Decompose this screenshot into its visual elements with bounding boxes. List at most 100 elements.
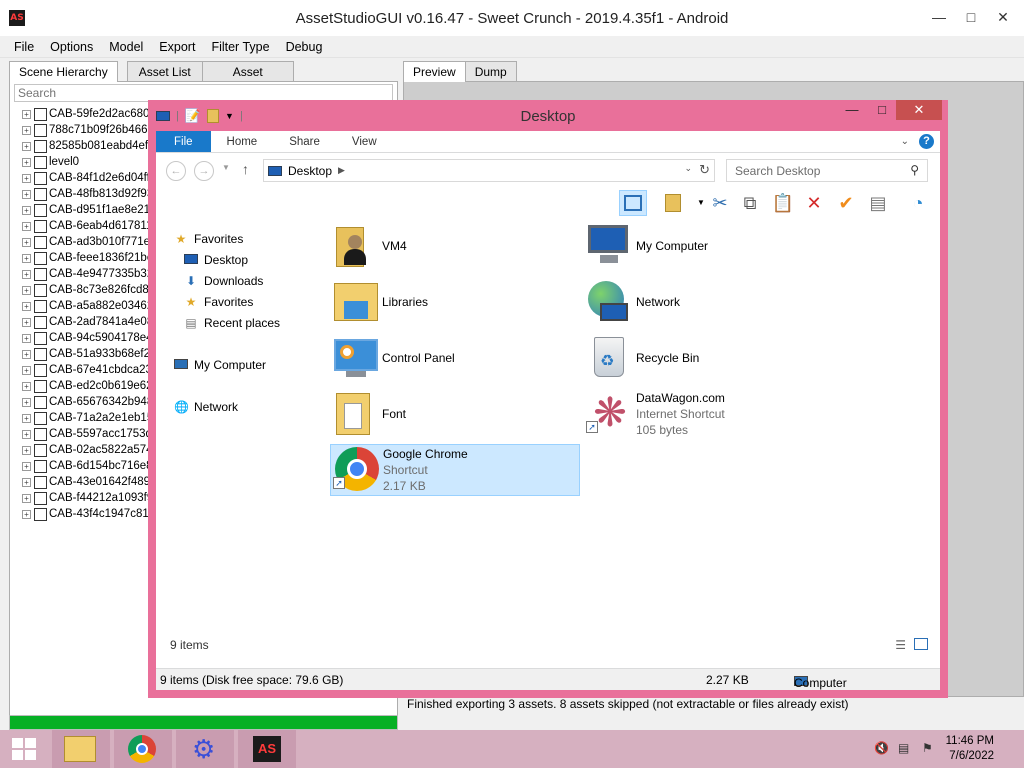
tree-item-checkbox[interactable] (34, 411, 47, 425)
tree-item[interactable]: + CAB-8c73e826fcd8 (22, 282, 156, 298)
taskbar-settings[interactable]: ⚙ (176, 730, 234, 768)
expand-icon[interactable]: + (22, 301, 31, 311)
menu-filter-type[interactable]: Filter Type (211, 40, 269, 54)
volume-muted-icon[interactable]: 🔇 (874, 741, 889, 755)
nav-desktop[interactable]: Desktop (184, 253, 248, 267)
expand-icon[interactable]: + (22, 173, 31, 183)
nav-favorites[interactable]: ★ Favorites (174, 232, 244, 246)
tab-preview[interactable]: Preview (403, 61, 466, 82)
tab-scene-hierarchy[interactable]: Scene Hierarchy (9, 61, 118, 82)
tree-item-checkbox[interactable] (34, 315, 47, 329)
tree-item[interactable]: + CAB-48fb813d92f93 (22, 186, 156, 202)
start-button[interactable] (0, 730, 50, 768)
shell-icon[interactable]: ◔ (904, 190, 932, 216)
item-libraries[interactable]: Libraries (330, 276, 580, 328)
tree-item-checkbox[interactable] (34, 507, 47, 521)
expand-icon[interactable]: + (22, 493, 31, 503)
menu-model[interactable]: Model (109, 40, 143, 54)
tree-item-checkbox[interactable] (34, 123, 47, 137)
menu-debug[interactable]: Debug (286, 40, 323, 54)
expand-icon[interactable]: + (22, 125, 31, 135)
delete-icon[interactable]: ✕ (800, 190, 828, 216)
expand-icon[interactable]: + (22, 413, 31, 423)
expand-icon[interactable]: + (22, 509, 31, 519)
item-vm4[interactable]: VM4 (330, 220, 580, 272)
tree-item[interactable]: +788c71b09f26b4661 (22, 122, 156, 138)
ribbon-tab-view[interactable]: View (336, 131, 393, 152)
item-font[interactable]: Font (330, 388, 580, 440)
tree-item[interactable]: + CAB-ed2c0b619e62 (22, 378, 156, 394)
expand-icon[interactable]: + (22, 221, 31, 231)
expand-icon[interactable]: + (22, 445, 31, 455)
refresh-icon[interactable]: ↻ (699, 162, 710, 178)
explorer-maximize-button[interactable]: □ (866, 100, 898, 120)
tree-item-checkbox[interactable] (34, 443, 47, 457)
nav-favorites-folder[interactable]: ★ Favorites (184, 295, 254, 309)
item-datawagon[interactable]: ❋ ➚ DataWagon.com Internet Shortcut 105 … (584, 388, 834, 440)
tree-item[interactable]: + CAB-a5a882e03462 (22, 298, 156, 314)
expand-icon[interactable]: + (22, 349, 31, 359)
clock[interactable]: 11:46 PM 7/6/2022 (946, 734, 994, 764)
tree-item[interactable]: + CAB-4e9477335b32 (22, 266, 156, 282)
tree-item[interactable]: + CAB-feee1836f21bc (22, 250, 156, 266)
tree-item[interactable]: + CAB-5597acc1753d (22, 426, 156, 442)
tree-item-checkbox[interactable] (34, 299, 47, 313)
expand-icon[interactable]: + (22, 157, 31, 167)
tree-item[interactable]: + CAB-f44212a1093f9 (22, 490, 156, 506)
expand-icon[interactable]: + (22, 461, 31, 471)
tree-item[interactable]: + CAB-51a933b68ef2 (22, 346, 156, 362)
menu-export[interactable]: Export (159, 40, 195, 54)
tree-item[interactable]: + CAB-ad3b010f771ef (22, 234, 156, 250)
cut-icon[interactable]: ✂ (706, 190, 734, 216)
tree-item[interactable]: + CAB-94c5904178e4 (22, 330, 156, 346)
tree-item-checkbox[interactable] (34, 219, 47, 233)
tree-item[interactable]: + CAB-2ad7841a4e08 (22, 314, 156, 330)
details-view-icon[interactable]: ☰ (895, 638, 906, 652)
paste-icon[interactable]: 📋 (769, 190, 797, 216)
taskbar-assetstudio[interactable]: AS (238, 730, 296, 768)
close-button[interactable]: ✕ (988, 6, 1018, 28)
folder-options-icon[interactable] (659, 190, 687, 216)
tab-dump[interactable]: Dump (464, 61, 517, 81)
tree-item[interactable]: + CAB-67e41cbdca23 (22, 362, 156, 378)
nav-downloads[interactable]: ⬇ Downloads (184, 274, 263, 288)
expand-icon[interactable]: + (22, 365, 31, 375)
expand-icon[interactable]: + (22, 477, 31, 487)
tree-item[interactable]: +82585b081eabd4eff (22, 138, 156, 154)
preview-pane-icon[interactable] (619, 190, 647, 216)
nav-my-computer[interactable]: My Computer (174, 358, 266, 372)
item-my-computer[interactable]: My Computer (584, 220, 834, 272)
tree-item[interactable]: + CAB-6d154bc716e8 (22, 458, 156, 474)
minimize-button[interactable]: — (924, 6, 954, 28)
large-icons-view-icon[interactable] (914, 638, 928, 650)
tree-item[interactable]: + CAB-43e01642f489c (22, 474, 156, 490)
tree-item-checkbox[interactable] (34, 427, 47, 441)
recent-locations-icon[interactable]: ▼ (222, 163, 230, 172)
search-desktop-input[interactable]: Search Desktop ⚲ (726, 159, 928, 182)
tree-item-checkbox[interactable] (34, 331, 47, 345)
help-icon[interactable]: ? (919, 134, 934, 149)
item-network[interactable]: Network (584, 276, 834, 328)
forward-button[interactable]: → (194, 161, 214, 181)
expand-icon[interactable]: + (22, 397, 31, 407)
expand-icon[interactable]: + (22, 285, 31, 295)
rename-icon[interactable]: ▤ (864, 190, 892, 216)
properties-check-icon[interactable]: ✔ (832, 190, 860, 216)
expand-icon[interactable]: + (22, 429, 31, 439)
tab-asset-list[interactable]: Asset List (126, 61, 203, 81)
explorer-close-button[interactable]: ✕ (896, 100, 942, 120)
tree-item-checkbox[interactable] (34, 283, 47, 297)
up-button[interactable]: ↑ (242, 161, 249, 177)
copy-icon[interactable]: ⧉ (736, 190, 764, 216)
taskbar-file-explorer[interactable] (52, 730, 110, 768)
tree-item[interactable]: + CAB-59fe2d2ac680a (22, 106, 156, 122)
tree-item[interactable]: + CAB-43f4c1947c817 (22, 506, 156, 522)
item-google-chrome[interactable]: ➚ Google Chrome Shortcut 2.17 KB (330, 444, 580, 496)
tree-item[interactable]: + CAB-6eab4d617811 (22, 218, 156, 234)
tree-item[interactable]: + CAB-65676342b948 (22, 394, 156, 410)
tree-item-checkbox[interactable] (34, 235, 47, 249)
ribbon-tab-share[interactable]: Share (273, 131, 336, 152)
explorer-minimize-button[interactable]: — (836, 100, 868, 120)
expand-icon[interactable]: + (22, 237, 31, 247)
tree-item[interactable]: + CAB-71a2a2e1eb15 (22, 410, 156, 426)
